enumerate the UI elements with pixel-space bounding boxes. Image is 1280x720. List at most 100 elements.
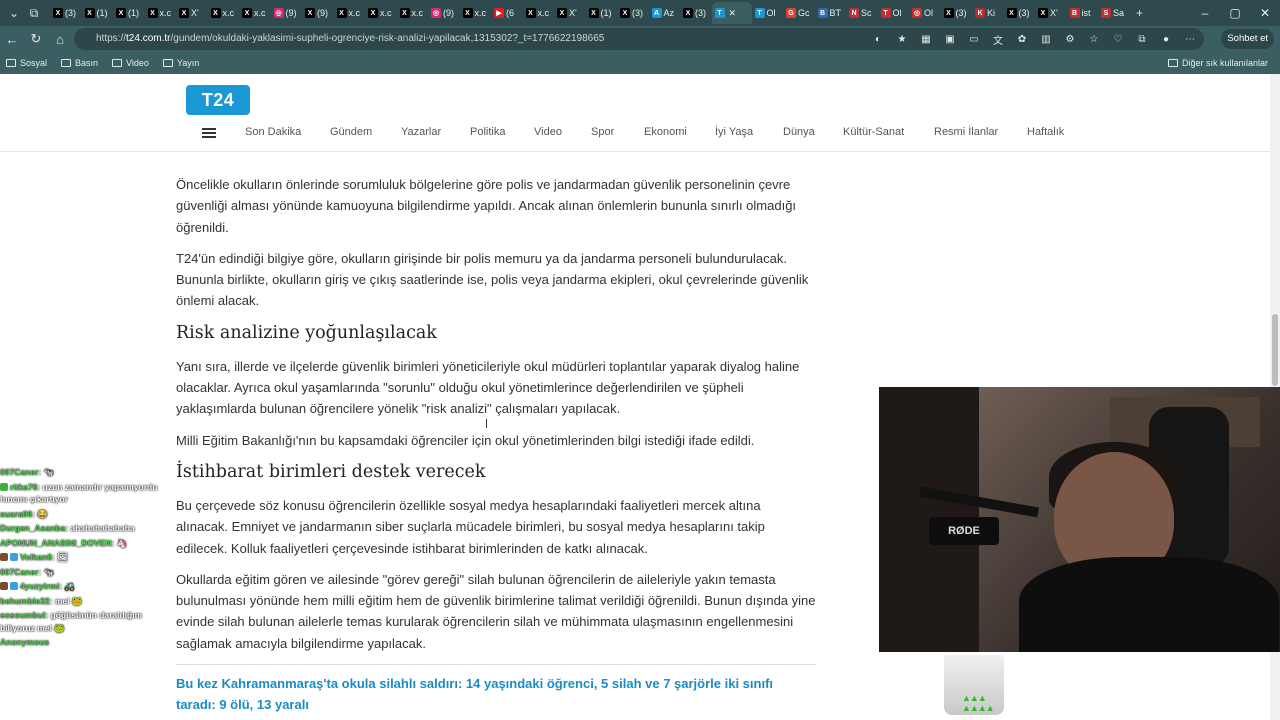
browser-tab[interactable]: T Ol: [752, 2, 784, 24]
reader-icon[interactable]: ◐: [868, 34, 888, 45]
browser-tab[interactable]: A Az: [649, 2, 681, 24]
back-icon[interactable]: ←: [0, 32, 24, 47]
folder-icon: [1167, 59, 1178, 67]
browser-tab[interactable]: K Ki: [972, 2, 1004, 24]
browser-tab[interactable]: ▶ (6: [491, 2, 523, 24]
browser-tab[interactable]: X (1): [82, 2, 114, 24]
tab-label: (1): [128, 8, 139, 18]
extension-icon[interactable]: ▣: [940, 34, 960, 45]
split-screen-icon[interactable]: ▥: [1036, 34, 1056, 45]
browser-tab[interactable]: X (1): [586, 2, 618, 24]
tab-label: x.c: [159, 8, 172, 18]
stream-chat-overlay: 007Caner: 🐄 ritka76: uzun zamandır yapamı…: [0, 466, 168, 720]
paragraph: Yanı sıra, illerde ve ilçelerde güvenlik…: [176, 358, 800, 417]
other-bookmarks[interactable]: Diğer sık kullanılanlar: [1167, 52, 1268, 74]
browser-tab[interactable]: B BT: [815, 2, 847, 24]
chat-username: suara06: [0, 508, 33, 519]
extension-icon[interactable]: ▭: [964, 34, 984, 45]
browser-tab[interactable]: Xx.c: [397, 2, 429, 24]
minimize-icon[interactable]: –: [1190, 0, 1220, 26]
browser-tab[interactable]: ◎ (9): [271, 2, 303, 24]
browser-tab[interactable]: X X': [176, 2, 208, 24]
tab-label: X': [569, 8, 577, 18]
tab-label: x.c: [348, 8, 361, 18]
nav-ekonomi[interactable]: Ekonomi: [644, 126, 715, 138]
collections-icon[interactable]: ⧉: [1132, 34, 1152, 45]
t24-logo[interactable]: T24: [186, 85, 250, 115]
bookmark-folder-basin[interactable]: Basın: [61, 58, 98, 68]
browser-tab[interactable]: G Gc: [783, 2, 815, 24]
performance-icon[interactable]: ♡: [1108, 34, 1128, 45]
tab-label: Ol: [924, 8, 933, 18]
browser-tab[interactable]: Xx.c: [208, 2, 240, 24]
browser-tab[interactable]: S Sa: [1098, 2, 1130, 24]
scrollbar-thumb[interactable]: [1272, 314, 1278, 386]
browser-tab[interactable]: ◎ Ol: [909, 2, 941, 24]
chat-message: suara06: 😂: [0, 508, 48, 519]
tab-label: Gc: [798, 8, 810, 18]
browser-tab[interactable]: T Ol: [878, 2, 910, 24]
extension-icon[interactable]: ✿: [1012, 34, 1032, 45]
chat-badge-icon: [10, 553, 18, 561]
browser-tab[interactable]: Xx.c: [145, 2, 177, 24]
nav-dunya[interactable]: Dünya: [783, 126, 843, 138]
browser-tab[interactable]: X (3): [680, 2, 712, 24]
maximize-icon[interactable]: ▢: [1220, 0, 1250, 26]
browser-tab[interactable]: X (3): [1004, 2, 1036, 24]
more-icon[interactable]: ⋯: [1180, 34, 1200, 45]
reload-icon[interactable]: ↻: [24, 31, 48, 47]
browser-tab[interactable]: N Sc: [846, 2, 878, 24]
nav-iyi-yasa[interactable]: İyi Yaşa: [715, 126, 783, 138]
nav-kultur-sanat[interactable]: Kültür-Sanat: [843, 126, 934, 138]
favorite-star-icon[interactable]: ★: [892, 34, 912, 45]
profile-avatar[interactable]: ●: [1156, 34, 1176, 45]
nav-video[interactable]: Video: [534, 126, 591, 138]
chat-badge-icon: [0, 482, 8, 491]
workspaces-icon[interactable]: ⧉: [24, 3, 44, 23]
close-icon[interactable]: ✕: [1250, 0, 1280, 26]
hamburger-menu-icon[interactable]: [202, 128, 216, 138]
tab-favicon-icon: ◎: [912, 8, 922, 18]
tab-close-icon[interactable]: ✕: [729, 8, 737, 19]
related-article-link[interactable]: Bu kez Kahramanmaraş'ta okula silahlı sa…: [176, 673, 816, 715]
chat-message: Durgen_Asanba: ahahahahahaha: [0, 523, 135, 533]
bookmark-folder-yayin[interactable]: Yayın: [162, 58, 199, 68]
home-icon[interactable]: ⌂: [48, 32, 72, 47]
browser-tab[interactable]: Xx.c: [365, 2, 397, 24]
translate-icon[interactable]: 文: [988, 32, 1008, 47]
nav-gundem[interactable]: Gündem: [330, 126, 401, 138]
tab-favicon-icon: X: [210, 8, 221, 18]
extensions-icon[interactable]: ⚙: [1060, 34, 1080, 45]
browser-tab[interactable]: X (3): [617, 2, 649, 24]
nav-politika[interactable]: Politika: [470, 126, 534, 138]
tab-favicon-icon: X: [1038, 8, 1048, 18]
bookmark-folder-sosyal[interactable]: Sosyal: [6, 58, 47, 68]
favorites-icon[interactable]: ☆: [1084, 34, 1104, 45]
browser-tab[interactable]: ◎ (9): [428, 2, 460, 24]
nav-resmi-ilanlar[interactable]: Resmi İlanlar: [934, 126, 1027, 138]
browser-tab[interactable]: X (3): [50, 2, 82, 24]
nav-yazarlar[interactable]: Yazarlar: [401, 126, 470, 138]
tab-favicon-icon: K: [975, 8, 985, 18]
nav-spor[interactable]: Spor: [591, 126, 644, 138]
browser-tab[interactable]: Xx.c: [523, 2, 555, 24]
tab-list-icon[interactable]: ⌄: [4, 3, 24, 23]
browser-tab[interactable]: Bist: [1067, 2, 1099, 24]
new-tab-icon[interactable]: +: [1130, 3, 1150, 23]
tab-label: (3): [955, 8, 967, 18]
browser-tab[interactable]: T ✕: [711, 2, 752, 24]
browser-tab[interactable]: X (9): [302, 2, 334, 24]
browser-tab[interactable]: Xx.c: [334, 2, 366, 24]
browser-tab[interactable]: Xx.c: [239, 2, 271, 24]
browser-tab[interactable]: X X': [554, 2, 586, 24]
browser-tab[interactable]: X (3): [941, 2, 973, 24]
browser-tab[interactable]: Xx.c: [460, 2, 492, 24]
extension-icon[interactable]: ▦: [916, 34, 936, 45]
bookmark-folder-video[interactable]: Video: [112, 58, 149, 68]
copilot-button[interactable]: Sohbet et: [1221, 29, 1274, 49]
browser-tab[interactable]: X (1): [113, 2, 145, 24]
browser-tab[interactable]: X X': [1035, 2, 1067, 24]
nav-haftalik[interactable]: Haftalık: [1027, 126, 1064, 138]
nav-son-dakika[interactable]: Son Dakika: [245, 126, 330, 138]
bookmark-label: Sosyal: [20, 58, 48, 68]
